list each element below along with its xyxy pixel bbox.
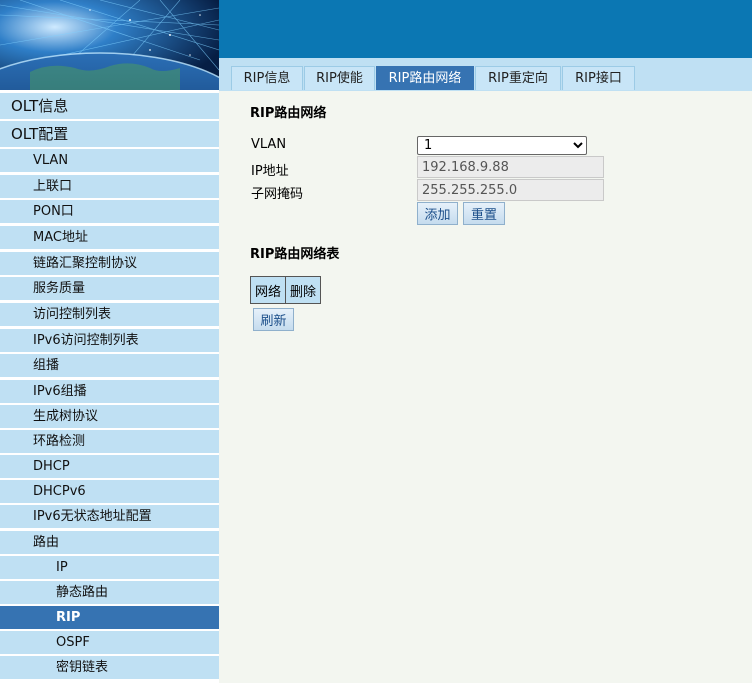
tab-strip: RIP信息 RIP使能 RIP路由网络 RIP重定向 RIP接口	[219, 58, 752, 91]
subnet-mask-input[interactable]	[417, 179, 604, 201]
sidebar-item-olt-info[interactable]: OLT信息	[0, 93, 219, 119]
sidebar-item-ipv6-multicast[interactable]: IPv6组播	[0, 380, 219, 403]
sidebar-item-stp[interactable]: 生成树协议	[0, 405, 219, 428]
sidebar-nav: OLT信息 OLT配置 VLAN 上联口 PON口 MAC地址 链路汇聚控制协议…	[0, 90, 219, 683]
add-button[interactable]: 添加	[417, 202, 458, 225]
ip-address-input[interactable]	[417, 156, 604, 178]
network-column-header: 网络	[249, 276, 287, 304]
tab-rip-route-network[interactable]: RIP路由网络	[376, 66, 474, 90]
sidebar-item-olt-config[interactable]: OLT配置	[0, 121, 219, 147]
rip-network-table: 网络 删除	[249, 276, 322, 304]
sidebar-item-ipv6-acl[interactable]: IPv6访问控制列表	[0, 329, 219, 352]
sidebar-item-static-route[interactable]: 静态路由	[0, 581, 219, 604]
sidebar-item-dhcp[interactable]: DHCP	[0, 455, 219, 478]
sidebar-item-loop-detect[interactable]: 环路检测	[0, 430, 219, 453]
sidebar-item-keychain[interactable]: 密钥链表	[0, 656, 219, 679]
vlan-label: VLAN	[251, 137, 287, 152]
sidebar-item-ipv6-slaac[interactable]: IPv6无状态地址配置	[0, 505, 219, 528]
sidebar-item-pon[interactable]: PON口	[0, 200, 219, 223]
sidebar-item-qos[interactable]: 服务质量	[0, 277, 219, 300]
main-content: RIP路由网络 VLAN 1 IP地址 子网掩码 添加 重置 RIP路由网络表 …	[219, 91, 752, 683]
form-title: RIP路由网络	[250, 106, 327, 121]
reset-button[interactable]: 重置	[463, 202, 505, 225]
sidebar-item-dhcpv6[interactable]: DHCPv6	[0, 480, 219, 503]
ip-address-label: IP地址	[251, 164, 289, 179]
sidebar-item-ip[interactable]: IP	[0, 556, 219, 579]
sidebar-item-uplink[interactable]: 上联口	[0, 175, 219, 198]
table-header-row: 网络 删除	[249, 276, 322, 304]
tab-rip-interface[interactable]: RIP接口	[562, 66, 635, 90]
subnet-mask-label: 子网掩码	[251, 187, 304, 202]
tab-rip-enable[interactable]: RIP使能	[304, 66, 375, 90]
tab-rip-info[interactable]: RIP信息	[231, 66, 303, 90]
sidebar-item-lacp[interactable]: 链路汇聚控制协议	[0, 252, 219, 275]
sidebar-item-multicast[interactable]: 组播	[0, 354, 219, 377]
top-header-bar	[219, 0, 752, 58]
delete-column-header: 删除	[285, 276, 322, 304]
vlan-select[interactable]: 1	[417, 136, 587, 155]
sidebar-item-routing[interactable]: 路由	[0, 531, 219, 554]
refresh-button[interactable]: 刷新	[253, 308, 294, 331]
tab-rip-redirect[interactable]: RIP重定向	[475, 66, 561, 90]
sidebar-item-mac[interactable]: MAC地址	[0, 226, 219, 249]
banner-globe-image	[0, 0, 219, 90]
sidebar-item-acl[interactable]: 访问控制列表	[0, 303, 219, 326]
sidebar-item-rip[interactable]: RIP	[0, 606, 219, 629]
sidebar-item-vlan[interactable]: VLAN	[0, 149, 219, 172]
sidebar-item-ospf[interactable]: OSPF	[0, 631, 219, 654]
table-title: RIP路由网络表	[250, 247, 340, 262]
